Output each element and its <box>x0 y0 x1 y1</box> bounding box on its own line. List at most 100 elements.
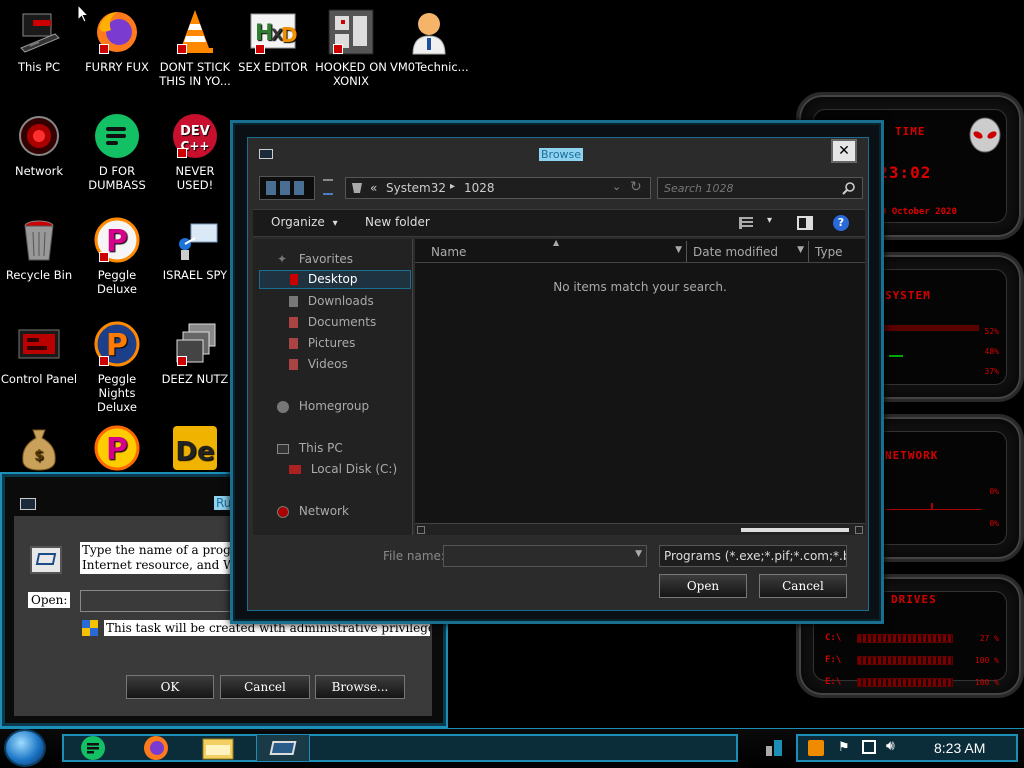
organize-menu[interactable]: Organize ▾ <box>271 215 338 229</box>
desktop-icon-peggle-nights[interactable]: P Peggle Nights Deluxe <box>78 320 156 414</box>
desktop-icon-money-bag[interactable]: $ <box>0 424 78 476</box>
open-button[interactable]: Open <box>659 574 747 598</box>
search-input[interactable] <box>664 180 834 196</box>
file-name-input[interactable] <box>446 548 626 564</box>
preview-pane-icon[interactable] <box>797 216 813 230</box>
gadget-drive-bar <box>857 656 953 665</box>
gadget-system-value: 52% <box>984 327 999 336</box>
search-box[interactable] <box>657 177 863 199</box>
chevron-down-icon[interactable]: ▼ <box>635 549 642 559</box>
nav-menu-icon[interactable] <box>323 179 333 195</box>
nav-item-pictures[interactable]: Pictures <box>289 336 355 350</box>
nav-item-desktop[interactable]: Desktop <box>259 270 411 289</box>
tray-network-icon[interactable] <box>862 740 876 754</box>
desktop-icon-never-used[interactable]: DEV C++ NEVER USED! <box>156 112 234 192</box>
desktop-icon-label: Peggle Deluxe <box>97 268 137 296</box>
desktop-icon-dont-stick[interactable]: DONT STICK THIS IN YO... <box>156 8 234 88</box>
file-name-combo[interactable]: ▼ <box>443 545 647 567</box>
close-button[interactable]: ✕ <box>831 139 857 163</box>
scrollbar-thumb[interactable] <box>741 528 849 532</box>
tray-app-icon[interactable] <box>808 740 824 756</box>
ok-button[interactable]: OK <box>126 675 214 699</box>
scroll-right-icon[interactable] <box>855 526 863 534</box>
tray-flag-icon[interactable]: ⚑ <box>838 740 850 755</box>
chevron-down-icon[interactable]: ▼ <box>675 245 682 255</box>
nav-network[interactable]: Network <box>277 504 349 518</box>
new-folder-button[interactable]: New folder <box>365 215 430 229</box>
taskbar-explorer-button[interactable] <box>200 735 240 761</box>
gadget-system-graph <box>889 355 903 357</box>
nav-label: Pictures <box>307 336 356 350</box>
cancel-button[interactable]: Cancel <box>759 574 847 598</box>
address-bar[interactable]: « System32 ▸ 1028 ⌄ ↻ <box>345 177 651 199</box>
breadcrumb-item[interactable]: System32 <box>386 181 446 195</box>
feedly-icon <box>93 112 141 160</box>
folder-location-icon <box>352 183 362 193</box>
desktop-icon-peggle-3[interactable]: P <box>78 424 156 476</box>
desktop-icon-network[interactable]: Network <box>0 112 78 178</box>
help-icon[interactable]: ? <box>833 215 849 231</box>
chevron-down-icon[interactable]: ▼ <box>797 245 804 255</box>
chevron-down-icon[interactable]: ⌄ <box>612 180 621 193</box>
column-header-name[interactable]: Name ▼ <box>415 241 687 263</box>
firefox-icon <box>144 736 168 760</box>
show-desktop-icon[interactable] <box>766 740 782 756</box>
breadcrumb-item[interactable]: 1028 <box>464 181 495 195</box>
desktop-icon-deez-nutz[interactable]: DEEZ NUTZ <box>156 320 234 386</box>
dev-cpp-icon: DEV C++ <box>171 112 219 160</box>
desktop-icon-this-pc[interactable]: This PC <box>0 8 78 74</box>
browse-button[interactable]: Browse... <box>315 675 405 699</box>
nav-favorites[interactable]: ✦ Favorites <box>277 252 353 266</box>
desktop-icon-d-for-dumbass[interactable]: D FOR DUMBASS <box>78 112 156 192</box>
taskbar-feedly-button[interactable] <box>78 735 112 761</box>
view-list-icon[interactable] <box>739 217 753 229</box>
taskbar-firefox-button[interactable] <box>140 735 176 761</box>
recycle-bin-icon <box>15 216 63 264</box>
breadcrumb-overflow[interactable]: « <box>370 181 377 195</box>
desktop-icon-de[interactable]: De <box>156 424 234 476</box>
desktop-icon-furry-fux[interactable]: FURRY FUX <box>78 8 156 74</box>
computer-icon <box>277 443 289 454</box>
cancel-button[interactable]: Cancel <box>220 675 310 699</box>
scroll-left-icon[interactable] <box>417 526 425 534</box>
desktop-icon-recycle-bin[interactable]: Recycle Bin <box>0 216 78 282</box>
xonix-icon <box>327 8 375 56</box>
desktop-icon-label: SEX EDITOR <box>238 60 308 74</box>
taskbar-run-button[interactable] <box>256 734 310 762</box>
tray-volume-icon[interactable]: 🔊︎ <box>886 738 895 754</box>
nav-item-videos[interactable]: Videos <box>289 357 348 371</box>
chevron-down-icon[interactable]: ▾ <box>767 215 772 226</box>
desktop-icon-label: Control Panel <box>0 372 78 386</box>
stacked-windows-icon <box>171 320 219 368</box>
svg-text:P: P <box>106 224 128 259</box>
nav-label: This PC <box>298 441 343 455</box>
file-type-select[interactable]: Programs (*.exe;*.pif;*.com;*.ba <box>659 545 847 567</box>
desktop-icon-control-panel[interactable]: Control Panel <box>0 320 78 386</box>
desktop-icon-hooked-on-xonix[interactable]: HOOKED ON XONIX <box>312 8 390 88</box>
control-panel-icon <box>15 320 63 368</box>
nav-this-pc[interactable]: This PC <box>277 441 343 455</box>
tray-clock[interactable]: 8:23 AM <box>934 740 985 756</box>
nav-item-local-disk[interactable]: Local Disk (C:) <box>289 462 397 476</box>
column-label: Date modified <box>693 245 779 259</box>
horizontal-scrollbar[interactable] <box>415 523 865 535</box>
nav-item-downloads[interactable]: Downloads <box>289 294 374 308</box>
refresh-icon[interactable]: ↻ <box>630 179 642 195</box>
view-panes-icon[interactable] <box>259 176 315 200</box>
desktop-icon-israel-spy[interactable]: ISRAEL SPY <box>156 216 234 282</box>
column-header-type[interactable]: Type <box>809 241 865 263</box>
desktop-icon-peggle-deluxe[interactable]: P Peggle Deluxe <box>78 216 156 296</box>
desktop-icon-label: DEEZ NUTZ <box>161 372 229 386</box>
desktop-icon-sex-editor[interactable]: HXD SEX EDITOR <box>234 8 312 74</box>
gadget-network-value: 0% <box>989 519 999 528</box>
peggle-icon: P <box>93 216 141 264</box>
start-button[interactable] <box>6 731 44 765</box>
nav-item-documents[interactable]: Documents <box>289 315 376 329</box>
column-header-date-modified[interactable]: Date modified ▼ <box>687 241 809 263</box>
nav-homegroup[interactable]: Homegroup <box>277 399 369 413</box>
gadget-network-title: NETWORK <box>885 449 939 462</box>
search-icon[interactable] <box>842 181 856 195</box>
downloads-folder-icon <box>289 296 298 307</box>
desktop-icon-vm0technic[interactable]: VM0Technic... <box>390 8 469 74</box>
gadget-system-value: 37% <box>984 367 999 376</box>
